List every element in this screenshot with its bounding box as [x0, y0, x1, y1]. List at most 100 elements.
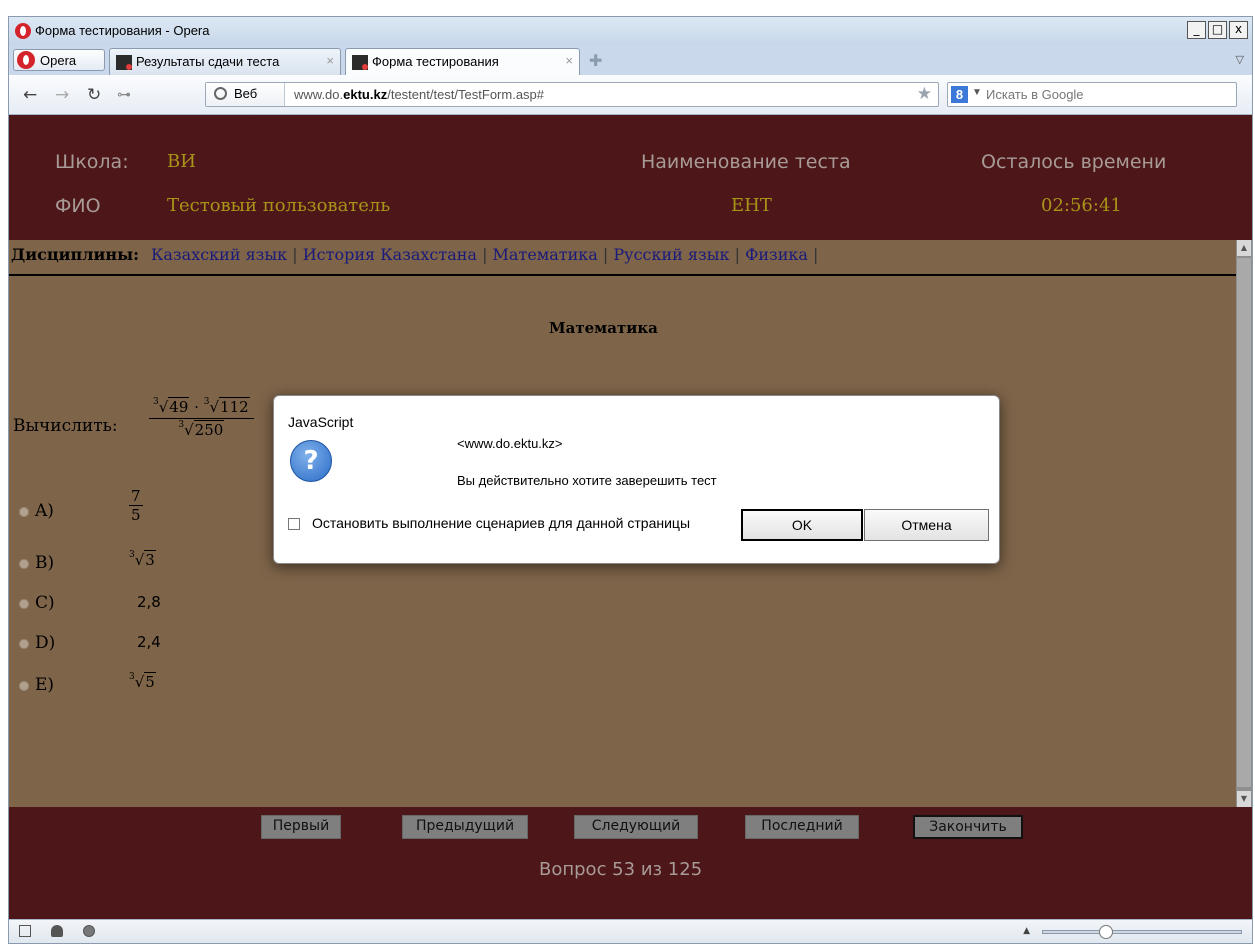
question-prompt: Вычислить:: [13, 416, 118, 436]
cube-root: 3√3: [129, 550, 156, 569]
reload-icon[interactable]: ↻: [87, 85, 101, 105]
radicand: 112: [219, 397, 250, 416]
window-controls: _ □ x: [1187, 21, 1248, 39]
radicand: 49: [168, 397, 190, 416]
separator: |: [292, 245, 298, 264]
site-info-button[interactable]: Веб: [206, 83, 285, 106]
answer-radio[interactable]: [19, 559, 29, 569]
navigation-footer: Первый Предыдущий Следующий Последний За…: [9, 807, 1252, 919]
panel-toggle-icon[interactable]: [19, 925, 31, 937]
disciplines-bar: Дисциплины: Казахский язык | История Каз…: [9, 240, 1236, 276]
globe-icon: [214, 87, 227, 100]
url-domain: ektu.kz: [343, 87, 388, 102]
option-label: E): [35, 675, 55, 695]
discipline-link-kazakh[interactable]: Казахский язык: [151, 245, 287, 264]
site-favicon-icon: [116, 55, 132, 70]
forward-icon[interactable]: →: [55, 85, 69, 105]
fraction-denominator: 5: [131, 506, 141, 524]
ok-button[interactable]: OK: [741, 509, 863, 541]
cloud-icon[interactable]: [51, 925, 63, 937]
question-icon: ?: [290, 440, 332, 482]
window-title: Форма тестирования - Opera: [35, 23, 210, 38]
opera-logo-icon: [17, 51, 35, 69]
time-left-label: Осталось времени: [981, 151, 1167, 173]
tab-close-icon[interactable]: ×: [565, 53, 573, 68]
cancel-button[interactable]: Отмена: [864, 509, 989, 541]
root-index: 3: [203, 397, 210, 407]
scroll-up-icon[interactable]: ▲: [1237, 240, 1251, 256]
address-bar[interactable]: Веб www.do.ektu.kz/testent/test/TestForm…: [205, 82, 939, 107]
discipline-link-russian[interactable]: Русский язык: [613, 245, 729, 264]
url-path: /testent/test/TestForm.asp#: [387, 87, 545, 102]
opera-logo-icon: [15, 23, 31, 39]
status-bar: ▲: [9, 919, 1252, 943]
option-value-d: 2,4: [137, 633, 161, 651]
scroll-down-icon[interactable]: ▼: [1237, 791, 1251, 807]
fraction-numerator: 7: [129, 487, 143, 506]
root-index: 3: [129, 672, 135, 682]
tab-close-icon[interactable]: ×: [326, 53, 334, 68]
stop-scripts-label[interactable]: Остановить выполнение сценариев для данн…: [312, 515, 690, 531]
tab-label: Форма тестирования: [372, 54, 499, 69]
tab-list-icon[interactable]: ▽: [1236, 53, 1244, 66]
cube-root: 3√112: [203, 397, 250, 416]
test-header: Школа: ВИ ФИО Тестовый пользователь Наим…: [9, 115, 1252, 240]
option-value-b: 3√3: [129, 550, 156, 569]
answer-radio[interactable]: [19, 639, 29, 649]
minimize-button[interactable]: _: [1187, 21, 1206, 39]
dialog-message: Вы действительно хотите заверешить тест: [457, 473, 717, 488]
bookmark-star-icon[interactable]: ★: [917, 84, 932, 104]
question-expression: 3√49 · 3√112 3√250: [149, 397, 254, 439]
opera-menu-button[interactable]: Opera: [13, 49, 105, 71]
zoom-slider-knob[interactable]: [1098, 925, 1113, 939]
test-name-label: Наименование теста: [641, 151, 851, 173]
root-index: 3: [178, 420, 185, 430]
search-field[interactable]: 8 ▼ Искать в Google: [947, 82, 1237, 107]
discipline-link-history[interactable]: История Казахстана: [303, 245, 477, 264]
previous-question-button[interactable]: Предыдущий: [402, 815, 528, 839]
back-icon[interactable]: ←: [23, 85, 37, 105]
option-label: D): [35, 633, 56, 653]
first-question-button[interactable]: Первый: [261, 815, 341, 839]
multiply-dot: ·: [194, 398, 199, 416]
option-value-a: 7 5: [129, 487, 143, 524]
expression-numerator: 3√49 · 3√112: [149, 397, 254, 419]
stop-scripts-checkbox[interactable]: [288, 518, 300, 530]
discipline-link-math[interactable]: Математика: [493, 245, 598, 264]
title-bar: Форма тестирования - Opera _ □ x: [9, 17, 1252, 45]
answer-radio[interactable]: [19, 507, 29, 517]
google-search-icon[interactable]: 8: [951, 86, 968, 103]
next-question-button[interactable]: Следующий: [574, 815, 698, 839]
last-question-button[interactable]: Последний: [745, 815, 859, 839]
finish-test-button[interactable]: Закончить: [913, 815, 1023, 839]
answer-radio[interactable]: [19, 599, 29, 609]
site-info-label: Веб: [234, 86, 258, 101]
radicand: 3: [144, 550, 156, 569]
option-label: C): [35, 593, 55, 613]
discipline-link-physics[interactable]: Физика: [745, 245, 808, 264]
site-favicon-icon: [352, 55, 368, 70]
separator: |: [482, 245, 488, 264]
zoom-indicator-icon[interactable]: ▲: [1023, 926, 1030, 936]
answer-radio[interactable]: [19, 681, 29, 691]
dialog-host: <www.do.ektu.kz>: [457, 436, 563, 451]
page-scrollbar[interactable]: ▲ ▼: [1236, 240, 1252, 807]
search-engine-dropdown-icon[interactable]: ▼: [972, 87, 982, 98]
navigation-toolbar: ← → ↻ ⊶ Веб www.do.ektu.kz/testent/test/…: [9, 75, 1252, 115]
maximize-button[interactable]: □: [1208, 21, 1227, 39]
url-prefix: www.do.: [294, 87, 344, 102]
new-tab-icon[interactable]: ✚: [589, 51, 602, 70]
root-index: 3: [153, 397, 159, 407]
scroll-thumb[interactable]: [1237, 258, 1251, 787]
url-text[interactable]: www.do.ektu.kz/testent/test/TestForm.asp…: [294, 87, 544, 102]
zoom-slider[interactable]: [1042, 925, 1242, 939]
key-icon[interactable]: ⊶: [117, 87, 131, 103]
close-window-button[interactable]: x: [1229, 21, 1248, 39]
subject-title: Математика: [549, 319, 658, 337]
name-value: Тестовый пользователь: [167, 195, 391, 216]
discipline-links: Казахский язык | История Казахстана | Ма…: [151, 245, 818, 264]
tab-test-form[interactable]: Форма тестирования ×: [345, 48, 580, 76]
tab-test-results[interactable]: Результаты сдачи теста ×: [109, 48, 341, 75]
speed-dial-icon[interactable]: [83, 925, 95, 937]
expression-denominator: 3√250: [149, 419, 254, 439]
